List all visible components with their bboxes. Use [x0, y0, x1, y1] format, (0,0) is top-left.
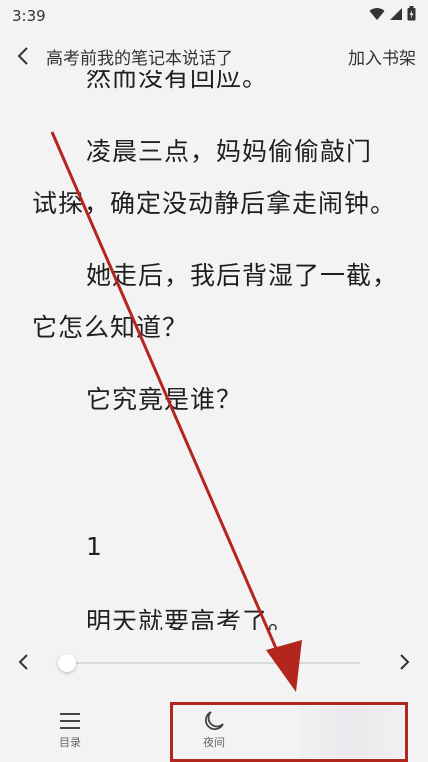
- status-bar: 3:39: [0, 0, 428, 32]
- progress-slider-track[interactable]: [64, 662, 360, 664]
- paragraph-line: 试探，确定没动静后拿走闹钟。: [32, 189, 397, 218]
- book-title: 高考前我的笔记本说话了: [46, 49, 233, 69]
- paragraph-line: 凌晨三点，妈妈偷偷敲门: [86, 137, 373, 166]
- paragraph-line: 然而没有回应。: [86, 70, 269, 92]
- menu-icon: [60, 713, 80, 729]
- paragraph-line: 她走后，我后背湿了一截，: [86, 261, 399, 290]
- previous-chapter-icon[interactable]: [14, 650, 34, 674]
- add-to-bookshelf-button[interactable]: 加入书架: [348, 44, 416, 69]
- battery-icon: [407, 6, 416, 21]
- paragraph-line: 它怎么知道？: [32, 313, 189, 342]
- back-icon[interactable]: [12, 42, 36, 70]
- next-chapter-icon[interactable]: [394, 650, 414, 674]
- status-time: 3:39: [12, 7, 46, 25]
- signal-icon: [390, 7, 402, 20]
- wifi-icon: [369, 7, 385, 20]
- tab-catalog[interactable]: 目录: [30, 710, 110, 758]
- reading-content[interactable]: 然而没有回应。 凌晨三点，妈妈偷偷敲门 试探，确定没动静后拿走闹钟。 她走后，我…: [0, 70, 428, 630]
- paragraph-line: 明天就要高考了。: [86, 607, 295, 630]
- progress-slider-thumb[interactable]: [58, 654, 76, 672]
- annotation-highlight-box: [170, 702, 408, 762]
- paragraph-line: 1: [86, 532, 103, 561]
- tab-label: 目录: [59, 736, 81, 749]
- status-icons: [369, 6, 416, 21]
- paragraph-line: 它究竟是谁？: [86, 385, 243, 414]
